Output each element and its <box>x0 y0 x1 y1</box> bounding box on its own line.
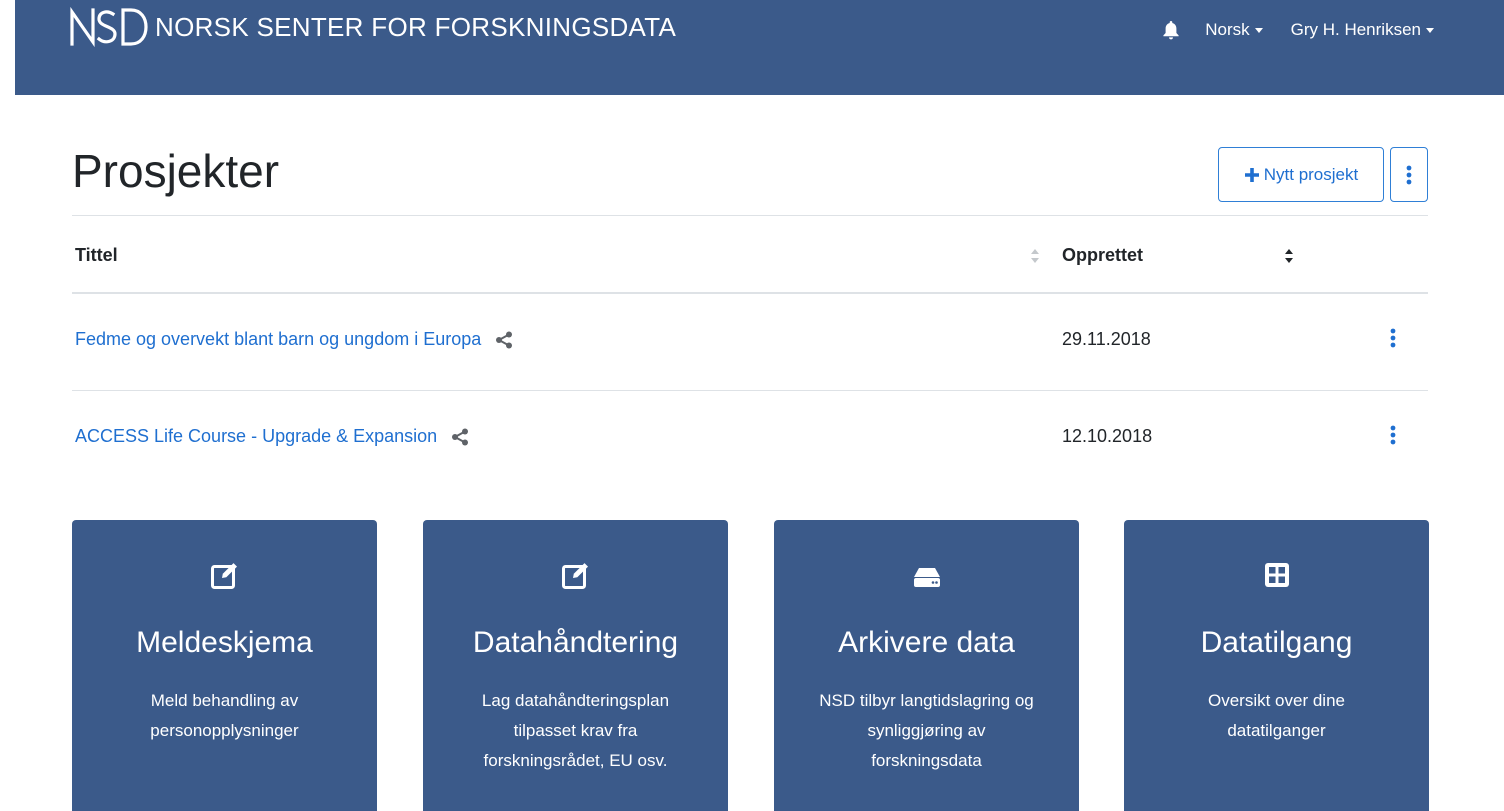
column-header-title[interactable]: Tittel <box>75 245 118 266</box>
hard-drive-icon <box>774 560 1079 590</box>
card-description-line: Meld behandling av <box>150 691 299 710</box>
column-header-created[interactable]: Opprettet <box>1062 245 1143 266</box>
edit-icon <box>423 560 728 590</box>
card-title: Datatilgang <box>1200 626 1353 659</box>
edit-icon <box>72 560 377 590</box>
project-title: ACCESS Life Course - Upgrade & Expansion <box>75 426 438 446</box>
caret-down-icon <box>1254 27 1263 33</box>
user-name: Gry H. Henriksen <box>1290 20 1421 39</box>
card-meldeskjema[interactable]: Meldeskjema Meld behandling av personopp… <box>72 520 377 811</box>
card-title: Meldeskjema <box>136 626 313 659</box>
project-title-link[interactable]: Fedme og overvekt blant barn og ungdom i… <box>75 329 513 350</box>
projects-table: Tittel Opprettet Fedme og overvekt blant… <box>72 215 1428 487</box>
caret-down-icon <box>1426 27 1434 33</box>
card-title: Datahåndtering <box>472 626 679 659</box>
card-description: Lag datahåndteringsplan tilpasset krav f… <box>453 686 698 776</box>
project-title: Fedme og overvekt blant barn og ungdom i… <box>75 329 482 349</box>
top-navbar: NORSK SENTER FOR FORSKNINGSDATA Norsk Gr… <box>15 0 1504 95</box>
card-arkivere-data[interactable]: Arkivere data NSD tilbyr langtidslagring… <box>774 520 1079 811</box>
card-description-line: Lag datahåndteringsplan <box>481 691 670 710</box>
vertical-ellipsis-icon <box>1390 425 1396 445</box>
card-description-line: NSD tilbyr langtidslagring og <box>819 691 1034 710</box>
share-icon[interactable] <box>451 428 469 446</box>
card-description-line: synliggjøring av <box>867 721 986 740</box>
language-label: Norsk <box>1205 20 1250 39</box>
table-header: Tittel Opprettet <box>72 215 1428 294</box>
sort-icon[interactable] <box>1030 248 1040 269</box>
nsd-logo <box>70 6 148 48</box>
bell-icon[interactable] <box>1163 20 1179 40</box>
brand-name: NORSK SENTER FOR FORSKNINGSDATA <box>155 12 677 42</box>
language-dropdown[interactable]: Norsk <box>1205 20 1263 40</box>
vertical-ellipsis-icon <box>1406 165 1412 184</box>
card-description: Oversikt over dine datatilganger <box>1154 686 1399 746</box>
table-row: ACCESS Life Course - Upgrade & Expansion… <box>72 391 1428 487</box>
card-description-line: tilpasset krav fra <box>513 721 638 740</box>
card-description-line: personopplysninger <box>150 721 299 740</box>
project-created-date: 29.11.2018 <box>1062 329 1151 349</box>
table-icon <box>1124 560 1429 590</box>
card-title: Arkivere data <box>838 626 1015 659</box>
brand[interactable]: NORSK SENTER FOR FORSKNINGSDATA <box>69 6 676 48</box>
user-dropdown[interactable]: Gry H. Henriksen <box>1291 20 1434 40</box>
sort-icon[interactable] <box>1284 248 1294 269</box>
new-project-label: Nytt prosjekt <box>1263 164 1359 184</box>
page-title: Prosjekter <box>72 145 280 197</box>
project-title-link[interactable]: ACCESS Life Course - Upgrade & Expansion <box>75 426 469 447</box>
card-description-line: Oversikt over dine <box>1208 691 1345 710</box>
card-datahandtering[interactable]: Datahåndtering Lag datahåndteringsplan t… <box>423 520 728 811</box>
plus-icon <box>1244 167 1260 183</box>
share-icon[interactable] <box>495 331 513 349</box>
card-description-line: forskningsdata <box>871 751 982 770</box>
project-created-date: 12.10.2018 <box>1062 426 1153 446</box>
card-description: NSD tilbyr langtidslagring og synliggjør… <box>804 686 1049 776</box>
card-description: Meld behandling av personopplysninger <box>102 686 347 746</box>
row-options-button[interactable] <box>1390 425 1396 445</box>
card-datatilgang[interactable]: Datatilgang Oversikt over dine datatilga… <box>1124 520 1429 811</box>
more-options-button[interactable] <box>1390 147 1428 202</box>
service-cards: Meldeskjema Meld behandling av personopp… <box>72 520 1429 811</box>
card-description-line: datatilganger <box>1227 721 1326 740</box>
table-row: Fedme og overvekt blant barn og ungdom i… <box>72 294 1428 391</box>
card-description-line: forskningsrådet, EU osv. <box>483 751 668 770</box>
vertical-ellipsis-icon <box>1390 328 1396 348</box>
new-project-button[interactable]: Nytt prosjekt <box>1218 147 1384 202</box>
row-options-button[interactable] <box>1390 328 1396 348</box>
